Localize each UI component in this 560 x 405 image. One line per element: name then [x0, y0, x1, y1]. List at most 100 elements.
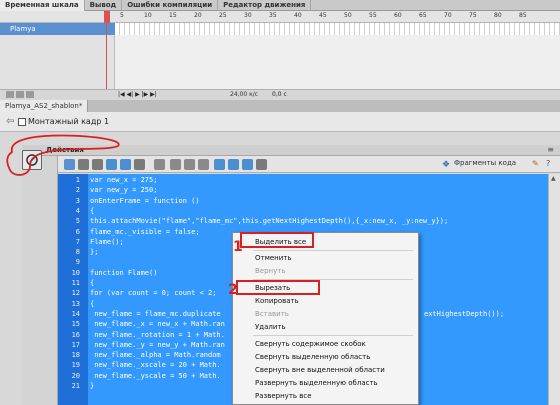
code-line: { [90, 279, 95, 287]
code-line: this.attachMovie("flame","flame_mc",this… [90, 217, 449, 226]
tab-timeline[interactable]: Временная шкала [0, 0, 85, 11]
remove-comment-icon[interactable] [242, 159, 253, 170]
line-number: 18 [71, 351, 80, 360]
line-number: 2 [75, 186, 80, 195]
code-line: new_flame._yscale = 50 + Math. [90, 371, 221, 380]
document-tab[interactable]: Plamya_AS2_shablon* [0, 100, 89, 112]
delete-layer-icon[interactable] [26, 91, 34, 98]
scene-icon [18, 118, 26, 126]
timeline-status-bar: |◀ ◀| ▶ |▶ ▶| 24,00 к/с 0,0 с [0, 89, 560, 99]
menu-item-collapse-selection[interactable]: Свернуть выделенную область [233, 351, 418, 363]
collapse-braces-icon[interactable] [170, 159, 181, 170]
ruler-number: 80 [494, 12, 502, 19]
ruler-number: 40 [294, 12, 302, 19]
time-readout: 0,0 с [272, 91, 287, 98]
code-line: new_flame._x = new_x + Math.ran [90, 320, 225, 329]
tab-motion-editor[interactable]: Редактор движения [218, 0, 312, 11]
menu-item-redo[interactable]: Вернуть [233, 265, 418, 277]
timeline-layer-row[interactable]: Plamya [0, 23, 560, 35]
code-line: new_flame._y = new_y + Math.ran [90, 340, 225, 349]
code-line: new_flame._xscale = 20 + Math. [90, 361, 221, 370]
editor-scrollbar[interactable]: ▲ [548, 174, 560, 405]
panel-menu-icon[interactable]: ≡ [547, 145, 554, 154]
menu-item-undo[interactable]: Отменить [233, 252, 418, 264]
debug-options-icon[interactable] [154, 159, 165, 170]
new-layer-icon[interactable] [6, 91, 14, 98]
ruler-number: 15 [169, 12, 177, 19]
playback-controls-icon[interactable]: |◀ ◀| ▶ |▶ ▶| [118, 91, 157, 98]
line-number-gutter: 1 2 3 4 5 6 7 8 9 10 11 12 13 14 15 16 1… [58, 174, 88, 405]
frame-rate-readout: 24,00 к/с [230, 91, 259, 98]
actions-toolbox [22, 156, 58, 405]
code-line: new_flame._rotation = 1 + Math. [90, 330, 225, 339]
actions-toolbar: ❖ Фрагменты кода ✎ ? [58, 156, 560, 173]
code-line: } [90, 382, 95, 390]
playhead-line [106, 23, 107, 89]
line-number: 17 [71, 340, 80, 349]
frame-cells[interactable] [115, 23, 560, 35]
ruler-number: 25 [219, 12, 227, 19]
apply-comment-icon[interactable] [214, 159, 225, 170]
ruler-number: 50 [344, 12, 352, 19]
menu-item-collapse-braces[interactable]: Свернуть содержимое скобок [233, 338, 418, 350]
layers-empty-area [0, 35, 115, 89]
ruler-number: 85 [519, 12, 527, 19]
line-number: 14 [71, 309, 80, 318]
line-number: 11 [71, 279, 80, 287]
ruler-number: 20 [194, 12, 202, 19]
line-number: 6 [75, 227, 80, 236]
code-snippets-button[interactable]: Фрагменты кода [454, 159, 516, 167]
line-number: 20 [71, 371, 80, 380]
menu-item-collapse-outside[interactable]: Свернуть вне выделенной области [233, 364, 418, 376]
menu-item-copy[interactable]: Копировать [233, 295, 418, 307]
layer-name[interactable]: Plamya [0, 23, 115, 35]
line-number: 5 [75, 217, 80, 226]
expand-all-icon[interactable] [198, 159, 209, 170]
new-folder-icon[interactable] [16, 91, 24, 98]
timeline-tabbar: Временная шкала Вывод Ошибки компиляции … [0, 0, 560, 11]
menu-separator [253, 335, 413, 336]
line-number: 15 [71, 320, 80, 329]
code-line: { [90, 299, 95, 308]
ruler-number: 65 [419, 12, 427, 19]
menu-item-delete[interactable]: Удалить [233, 321, 418, 333]
code-line: flame_mc._visible = false; [90, 227, 200, 236]
code-line: function Flame() [90, 268, 158, 277]
line-number: 7 [75, 237, 80, 246]
help-icon[interactable]: ? [546, 159, 550, 168]
tab-compiler-errors[interactable]: Ошибки компиляции [122, 0, 219, 11]
ruler-number: 45 [319, 12, 327, 19]
ruler-number: 60 [394, 12, 402, 19]
code-line: new_flame._alpha = Math.random [90, 351, 221, 360]
playhead-handle[interactable] [104, 11, 110, 23]
tab-output[interactable]: Вывод [85, 0, 123, 11]
code-line-overflow: extHighestDepth()); [424, 309, 505, 318]
annotation-circle-pin [6, 134, 120, 176]
scroll-up-icon[interactable]: ▲ [551, 175, 556, 182]
collapse-selection-icon[interactable] [184, 159, 195, 170]
code-snippets-icon[interactable]: ❖ [442, 160, 450, 170]
annotation-step-1: 1 [233, 239, 243, 255]
apply-line-comment-icon[interactable] [228, 159, 239, 170]
wand-icon[interactable]: ✎ [532, 159, 539, 168]
ruler-number: 35 [269, 12, 277, 19]
code-line: Flame(); [90, 237, 124, 246]
scene-label[interactable]: Монтажный кадр 1 [28, 117, 109, 126]
context-menu: Выделить все Отменить Вернуть Вырезать К… [232, 232, 419, 405]
frame-ruler[interactable]: 5 10 15 20 25 30 35 40 45 50 55 60 65 70… [0, 11, 560, 23]
line-number: 10 [71, 268, 80, 277]
code-line: for (var count = 0; count < 2; [90, 289, 217, 298]
document-tabbar: Plamya_AS2_shablon* [0, 100, 560, 112]
menu-item-expand-all[interactable]: Развернуть все [233, 390, 418, 402]
ruler-number: 5 [120, 12, 124, 19]
code-line: { [90, 206, 95, 215]
ruler-number: 75 [469, 12, 477, 19]
code-hint-icon[interactable] [134, 159, 145, 170]
menu-item-expand-selection[interactable]: Развернуть выделенную область [233, 377, 418, 389]
line-number: 21 [71, 382, 80, 390]
code-line: }; [90, 248, 99, 257]
line-number: 8 [75, 248, 80, 257]
line-number: 4 [75, 206, 80, 215]
menu-item-paste[interactable]: Вставить [233, 308, 418, 320]
show-toolbox-icon[interactable] [256, 159, 267, 170]
